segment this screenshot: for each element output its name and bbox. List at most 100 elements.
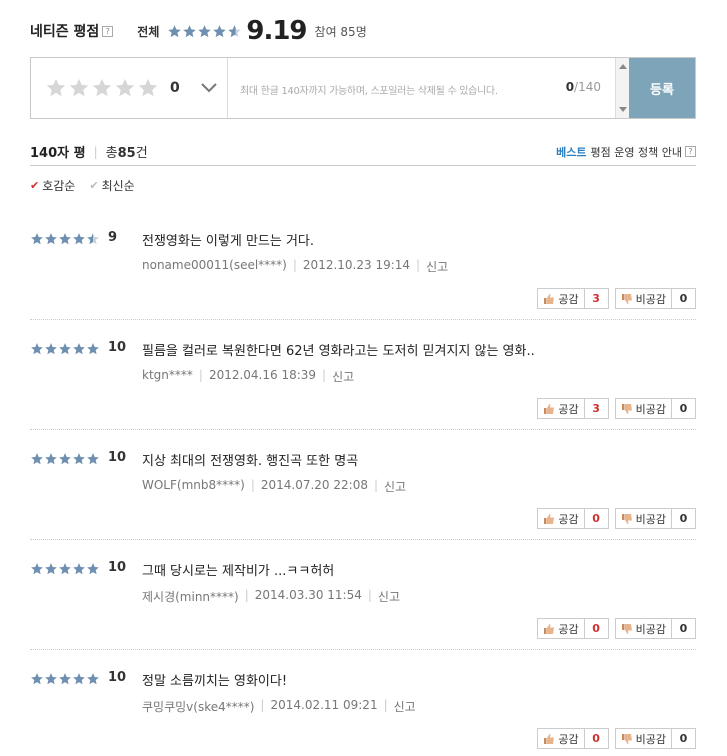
dislike-count: 0 <box>672 288 696 309</box>
review-text: 필름을 컬러로 복원한다면 62년 영화라고는 도저히 믿겨지지 않는 영화.. <box>142 344 535 359</box>
policy-label: 평점 운영 정책 안내 <box>590 145 682 159</box>
star-icon <box>31 673 43 685</box>
vote-actions: 공감 3 비공감 0 <box>537 288 696 309</box>
star-icon <box>59 563 71 575</box>
sort-options: ✔ 호감순 ✔ 최신순 <box>30 177 149 194</box>
vote-actions: 공감 0 비공감 0 <box>537 618 696 639</box>
review-meta: 쿠밍쿠밍v(ske4****) | 2014.02.11 09:21 | 신고 <box>142 698 416 715</box>
report-link[interactable]: 신고 <box>332 368 354 385</box>
review-text: 정말 소름끼치는 영화이다! <box>142 674 288 689</box>
star-icon <box>87 453 99 465</box>
review-stars <box>30 232 100 246</box>
review-author[interactable]: 제시경(minn****) <box>142 588 239 605</box>
review-textarea[interactable]: 최대 한글 140자까지 가능하며, 스포일러는 삭제될 수 있습니다. 0/1… <box>228 58 615 118</box>
thumb-up-icon <box>544 733 555 744</box>
review-meta: 제시경(minn****) | 2014.03.30 11:54 | 신고 <box>142 588 400 605</box>
dislike-count: 0 <box>672 398 696 419</box>
thumb-down-icon <box>621 623 632 634</box>
thumb-down-icon <box>621 733 632 744</box>
star-icon <box>198 24 212 37</box>
sort-latest[interactable]: ✔ 최신순 <box>89 177 134 194</box>
review-author[interactable]: ktgn**** <box>142 368 193 385</box>
star-icon[interactable] <box>68 77 90 99</box>
review-text: 그때 당시로는 제작비가 ...ㅋㅋ허허 <box>142 564 335 579</box>
divider: | <box>292 258 297 272</box>
star-icon <box>31 233 43 245</box>
like-count: 0 <box>584 728 609 749</box>
scroll-up-icon[interactable] <box>619 64 627 69</box>
divider: | <box>244 588 249 602</box>
review-score: 10 <box>108 450 127 465</box>
like-count: 0 <box>584 508 609 529</box>
report-link[interactable]: 신고 <box>378 588 400 605</box>
divider: | <box>250 478 255 492</box>
report-link[interactable]: 신고 <box>394 698 416 715</box>
participant-count: 참여 85명 <box>314 24 367 39</box>
report-link[interactable]: 신고 <box>426 258 448 275</box>
review-author[interactable]: noname00011(seel****) <box>142 258 287 275</box>
review-info-bar: 140자 평 | 총85건 베스트 평점 운영 정책 안내 ? <box>30 138 696 166</box>
rating-value: 0 <box>170 80 180 96</box>
star-icon <box>45 233 57 245</box>
sort-recommended[interactable]: ✔ 호감순 <box>30 177 75 194</box>
review-item: 10 지상 최대의 전쟁영화. 행진곡 또한 명곡 WOLF(mnb8****)… <box>30 430 696 540</box>
review-input-box: 0 최대 한글 140자까지 가능하며, 스포일러는 삭제될 수 있습니다. 0… <box>30 57 696 119</box>
review-placeholder: 최대 한글 140자까지 가능하며, 스포일러는 삭제될 수 있습니다. <box>240 86 498 97</box>
rating-selector[interactable]: 0 <box>31 58 228 118</box>
star-icon <box>87 563 99 575</box>
review-author[interactable]: 쿠밍쿠밍v(ske4****) <box>142 698 254 715</box>
thumb-up-icon <box>544 513 555 524</box>
star-icon <box>31 453 43 465</box>
best-label: 베스트 <box>556 145 587 159</box>
star-icon <box>73 453 85 465</box>
review-item: 10 그때 당시로는 제작비가 ...ㅋㅋ허허 제시경(minn****) | … <box>30 540 696 650</box>
rating-stars[interactable] <box>45 77 160 99</box>
divider: | <box>260 698 265 712</box>
scroll-down-icon[interactable] <box>619 107 627 112</box>
vote-actions: 공감 0 비공감 0 <box>537 508 696 529</box>
dislike-button[interactable]: 비공감 <box>614 508 672 529</box>
dislike-button[interactable]: 비공감 <box>614 288 672 309</box>
thumb-up-icon <box>544 623 555 634</box>
review-item: 10 필름을 컬러로 복원한다면 62년 영화라고는 도저히 믿겨지지 않는 영… <box>30 320 696 430</box>
star-icon <box>87 343 99 355</box>
review-stars <box>30 672 100 686</box>
submit-button[interactable]: 등록 <box>629 58 695 118</box>
review-stars <box>30 342 100 356</box>
vote-actions: 공감 0 비공감 0 <box>537 728 696 749</box>
review-item: 9 전쟁영화는 이렇게 만드는 거다. noname00011(seel****… <box>30 210 696 320</box>
star-icon <box>213 24 227 37</box>
help-icon[interactable]: ? <box>102 25 114 37</box>
review-date: 2014.02.11 09:21 <box>270 698 378 712</box>
like-button[interactable]: 공감 <box>537 618 585 639</box>
like-button[interactable]: 공감 <box>537 398 585 419</box>
star-icon <box>168 24 182 37</box>
thumb-down-icon <box>621 513 632 524</box>
review-author[interactable]: WOLF(mnb8****) <box>142 478 245 495</box>
dislike-button[interactable]: 비공감 <box>614 728 672 749</box>
help-icon[interactable]: ? <box>685 146 696 157</box>
dislike-count: 0 <box>672 508 696 529</box>
like-button[interactable]: 공감 <box>537 288 585 309</box>
vote-actions: 공감 3 비공감 0 <box>537 398 696 419</box>
like-button[interactable]: 공감 <box>537 728 585 749</box>
review-type: 140자 평 <box>30 146 86 161</box>
thumb-up-icon <box>544 293 555 304</box>
star-icon <box>31 343 43 355</box>
star-icon[interactable] <box>114 77 136 99</box>
star-icon[interactable] <box>137 77 159 99</box>
dislike-button[interactable]: 비공감 <box>614 398 672 419</box>
chevron-down-icon[interactable] <box>200 82 218 94</box>
dislike-button[interactable]: 비공감 <box>614 618 672 639</box>
textarea-scrollbar[interactable] <box>615 58 629 118</box>
star-icon <box>59 673 71 685</box>
star-icon <box>59 233 71 245</box>
star-icon <box>73 343 85 355</box>
dislike-count: 0 <box>672 618 696 639</box>
star-icon <box>87 233 99 245</box>
star-icon[interactable] <box>91 77 113 99</box>
report-link[interactable]: 신고 <box>384 478 406 495</box>
star-icon[interactable] <box>45 77 67 99</box>
policy-link[interactable]: 베스트 평점 운영 정책 안내 ? <box>556 144 696 160</box>
like-button[interactable]: 공감 <box>537 508 585 529</box>
